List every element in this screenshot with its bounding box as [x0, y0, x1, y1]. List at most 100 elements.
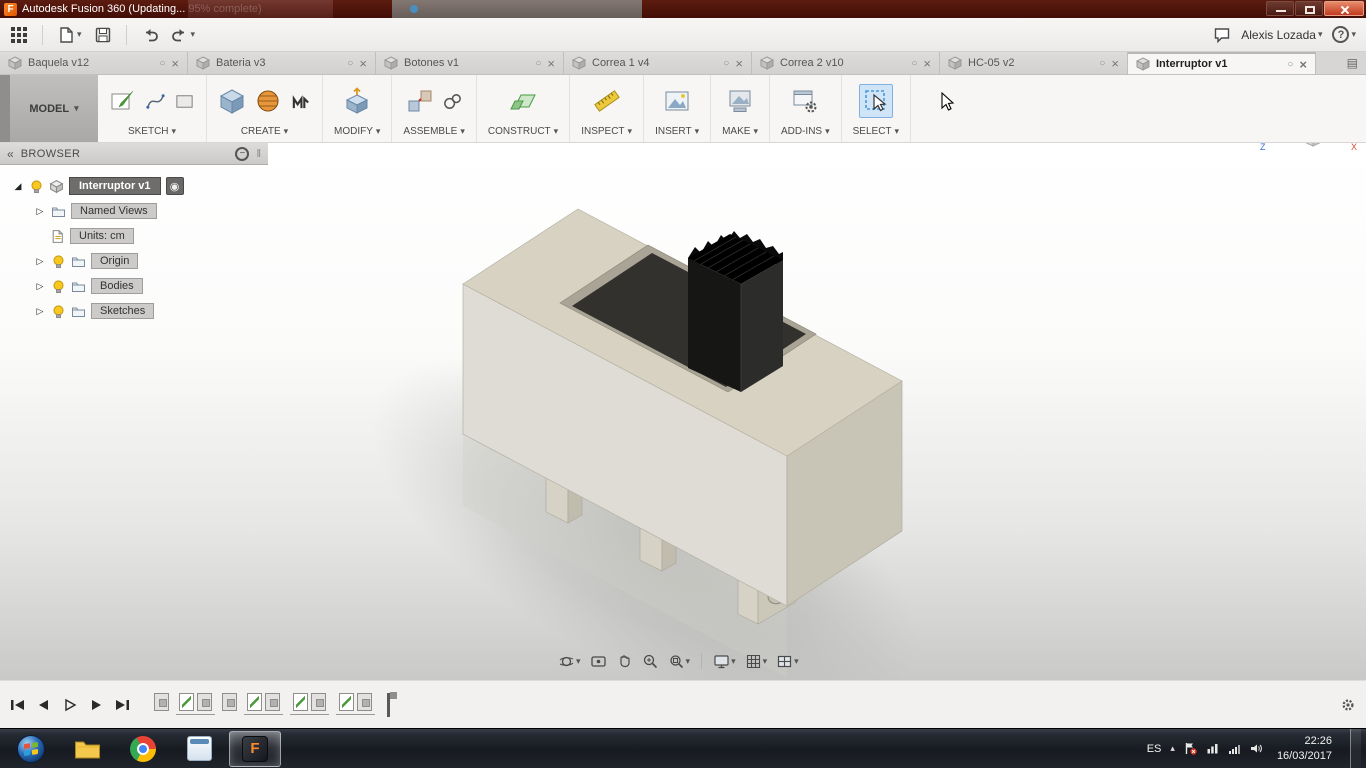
ribbon-group-menu[interactable]: INSPECT ▾ [581, 126, 632, 138]
action-center-flag-icon[interactable] [1184, 742, 1197, 755]
collapsed-arrow-icon[interactable]: ▷ [34, 306, 46, 317]
joint-icon[interactable] [406, 87, 434, 115]
pan-button[interactable] [614, 651, 635, 672]
close-tab-icon[interactable]: × [1111, 56, 1119, 71]
ribbon-group-menu[interactable]: MODIFY ▾ [334, 126, 380, 138]
collapsed-arrow-icon[interactable]: ▷ [34, 206, 46, 217]
taskbar-app[interactable] [173, 731, 225, 767]
collapsed-arrow-icon[interactable]: ▷ [34, 256, 46, 267]
close-tab-icon[interactable]: × [923, 56, 931, 71]
visibility-bulb-icon[interactable] [51, 279, 66, 294]
activate-component-icon[interactable]: ◉ [165, 177, 184, 195]
zoom-button[interactable] [640, 651, 661, 672]
tree-row-named-views[interactable]: ▷ Named Views [0, 200, 268, 222]
timeline-feature-icon[interactable] [197, 692, 212, 711]
start-button[interactable] [5, 731, 57, 767]
timeline-sketch-icon[interactable] [293, 692, 308, 711]
close-tab-icon[interactable]: × [735, 56, 743, 71]
expanded-arrow-icon[interactable]: ◢ [12, 181, 24, 192]
create-solid-icon[interactable] [218, 87, 246, 115]
step-forward-button[interactable] [88, 698, 104, 712]
ribbon-group-menu[interactable]: CONSTRUCT ▾ [488, 126, 558, 138]
panel-grip-icon[interactable]: ‖ [256, 148, 261, 160]
motion-link-icon[interactable] [442, 91, 463, 112]
timeline-feature-icon[interactable] [311, 692, 326, 711]
create-cam-icon[interactable] [290, 91, 311, 112]
tree-item-label[interactable]: Sketches [91, 303, 155, 319]
language-indicator[interactable]: ES [1147, 743, 1162, 755]
timeline-sketch-icon[interactable] [179, 692, 194, 711]
tree-item-label[interactable]: Origin [91, 253, 139, 269]
ribbon-group-menu[interactable]: MAKE ▾ [722, 126, 758, 138]
construction-plane-icon[interactable] [509, 87, 537, 115]
performance-chart-icon[interactable] [1206, 742, 1219, 755]
show-desktop-button[interactable] [1350, 728, 1361, 768]
close-tab-icon[interactable]: × [1299, 57, 1307, 72]
measure-icon[interactable] [593, 87, 621, 115]
file-menu-button[interactable]: ▾ [57, 26, 82, 44]
visibility-bulb-icon[interactable] [29, 179, 44, 194]
visibility-bulb-icon[interactable] [51, 304, 66, 319]
visibility-bulb-icon[interactable] [51, 254, 66, 269]
timeline-feature-icon[interactable] [265, 692, 280, 711]
document-tab[interactable]: Bateria v3 ○ × [188, 52, 376, 74]
ribbon-group-menu[interactable]: ASSEMBLE ▾ [403, 126, 464, 138]
close-button[interactable] [1324, 1, 1364, 16]
ribbon-group-menu[interactable]: ADD-INS ▾ [781, 126, 830, 138]
taskbar-clock[interactable]: 22:26 16/03/2017 [1277, 734, 1332, 763]
grid-snaps-button[interactable]: ▾ [743, 651, 770, 672]
root-component-label[interactable]: Interruptor v1 [69, 177, 161, 195]
tree-row-sketches[interactable]: ▷ Sketches [0, 300, 268, 322]
timeline-feature-icon[interactable] [357, 692, 372, 711]
tree-row-root[interactable]: ◢ Interruptor v1 ◉ [0, 175, 268, 197]
ribbon-group-menu[interactable]: CREATE ▾ [241, 126, 288, 138]
ribbon-group-menu[interactable]: SELECT ▾ [853, 126, 899, 138]
document-list-icon[interactable]: ▤ [1339, 52, 1366, 74]
undo-button[interactable] [141, 26, 159, 44]
ribbon-group-menu[interactable]: INSERT ▾ [655, 126, 699, 138]
look-at-button[interactable] [588, 651, 609, 672]
tree-row-origin[interactable]: ▷ Origin [0, 250, 268, 272]
volume-icon[interactable] [1250, 742, 1263, 755]
help-menu-button[interactable]: ? ▾ [1332, 26, 1356, 43]
press-pull-icon[interactable] [343, 87, 371, 115]
document-tab[interactable]: Baquela v12 ○ × [0, 52, 188, 74]
create-form-icon[interactable] [254, 87, 282, 115]
sketch-spline-icon[interactable] [145, 91, 166, 112]
close-tab-icon[interactable]: × [171, 56, 179, 71]
user-menu-button[interactable]: Alexis Lozada ▾ [1241, 28, 1322, 42]
attached-canvas-icon[interactable] [663, 87, 691, 115]
scripts-addins-icon[interactable] [791, 87, 819, 115]
tree-item-label[interactable]: Bodies [91, 278, 143, 294]
taskbar-fusion360-active[interactable]: F [229, 730, 281, 767]
document-tab[interactable]: HC-05 v2 ○ × [940, 52, 1128, 74]
tree-row-bodies[interactable]: ▷ Bodies [0, 275, 268, 297]
collapsed-arrow-icon[interactable]: ▷ [34, 281, 46, 292]
sketch-rectangle-icon[interactable] [174, 91, 195, 112]
viewports-button[interactable]: ▾ [774, 651, 801, 672]
document-tab[interactable]: Correa 1 v4 ○ × [564, 52, 752, 74]
show-hidden-icons[interactable]: ▴ [1170, 743, 1175, 754]
fit-button[interactable]: ▾ [666, 651, 693, 672]
browser-header[interactable]: « BROWSER − ‖ [0, 143, 268, 165]
minimize-button[interactable] [1266, 1, 1294, 16]
document-tab[interactable]: Correa 2 v10 ○ × [752, 52, 940, 74]
timeline-sketch-icon[interactable] [339, 692, 354, 711]
save-button[interactable] [94, 26, 112, 44]
workspace-switcher-button[interactable]: MODEL ▾ [10, 75, 98, 142]
taskbar-chrome[interactable] [117, 731, 169, 767]
taskbar-explorer[interactable] [61, 731, 113, 767]
collapse-panel-icon[interactable]: « [7, 147, 14, 161]
minimize-panel-icon[interactable]: − [235, 146, 250, 161]
play-button[interactable] [62, 698, 78, 712]
tree-row-units[interactable]: Units: cm [0, 225, 268, 247]
select-tool-highlight[interactable] [858, 84, 893, 118]
maximize-button[interactable] [1295, 1, 1323, 16]
go-to-start-button[interactable] [10, 698, 26, 712]
ribbon-group-menu[interactable]: SKETCH ▾ [128, 126, 176, 138]
display-settings-button[interactable]: ▾ [711, 651, 738, 672]
step-back-button[interactable] [36, 698, 52, 712]
close-tab-icon[interactable]: × [547, 56, 555, 71]
go-to-end-button[interactable] [114, 698, 130, 712]
timeline-position-marker[interactable] [387, 691, 397, 717]
